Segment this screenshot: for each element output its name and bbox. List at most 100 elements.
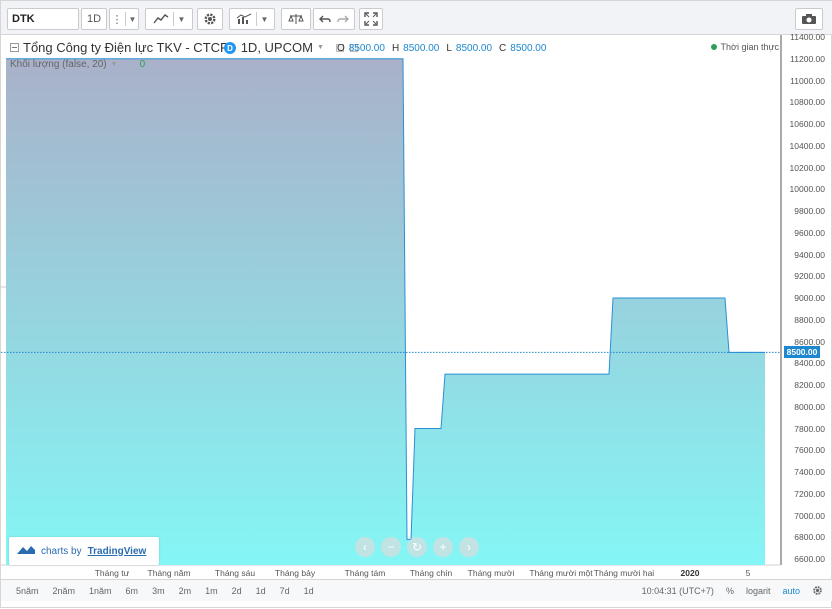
time-tick-label: Tháng năm bbox=[147, 568, 191, 578]
time-tick-label: Tháng mười bbox=[467, 568, 515, 578]
range-button[interactable]: 2d bbox=[225, 586, 249, 596]
volume-value: 0 bbox=[139, 59, 146, 70]
collapse-icon[interactable] bbox=[10, 43, 19, 52]
range-button[interactable]: 2m bbox=[172, 586, 199, 596]
price-tick-label: 6600.00 bbox=[794, 554, 825, 564]
range-button[interactable]: 1d bbox=[249, 586, 273, 596]
price-chart[interactable] bbox=[1, 35, 832, 609]
time-tick-label: Tháng tám bbox=[344, 568, 386, 578]
scroll-left-icon[interactable]: ‹ bbox=[355, 537, 375, 557]
price-tick-label: 7400.00 bbox=[794, 467, 825, 477]
dividend-badge[interactable]: D bbox=[224, 42, 236, 54]
redo-icon[interactable] bbox=[337, 14, 349, 24]
price-tick-label: 7800.00 bbox=[794, 423, 825, 434]
price-tick-label: 8800.00 bbox=[794, 314, 825, 325]
log-toggle[interactable]: logarit bbox=[746, 586, 771, 596]
scroll-right-icon[interactable]: › bbox=[459, 537, 479, 557]
caret-down-icon: ▼ bbox=[128, 14, 137, 24]
undo-redo-group bbox=[313, 8, 355, 30]
price-tick-label: 9800.00 bbox=[794, 206, 825, 216]
ohlc-key: H bbox=[391, 43, 400, 54]
ohlc-key: C bbox=[499, 43, 507, 54]
caret-down-icon[interactable]: ▼ bbox=[111, 61, 118, 68]
chart-navigation: ‹ − ↻ + › bbox=[355, 537, 479, 557]
price-tick-label: 8400.00 bbox=[794, 358, 825, 369]
camera-icon bbox=[801, 13, 817, 25]
tradingview-logo-icon bbox=[17, 545, 35, 558]
caret-down-icon[interactable]: ▼ bbox=[317, 44, 324, 51]
ohlc-value: 8500.00 bbox=[403, 43, 440, 54]
chart-area[interactable]: Tổng Công ty Điện lực TKV - CTCP 1D, UPCO… bbox=[1, 32, 832, 609]
interval-button[interactable]: 1D bbox=[81, 8, 107, 30]
reset-icon[interactable]: ↻ bbox=[407, 537, 427, 557]
ohlc-values: O 8500.00 H 8500.00 L 8500.00 C 8500.00 bbox=[337, 43, 549, 54]
zoom-in-icon[interactable]: + bbox=[433, 537, 453, 557]
bottom-right-controls: 10:04:31 (UTC+7) % logarit auto bbox=[642, 580, 823, 602]
compare-button[interactable] bbox=[281, 8, 311, 30]
price-tick-label: 11400.00 bbox=[790, 32, 825, 42]
price-tick-label: 9400.00 bbox=[794, 249, 825, 260]
snapshot-button[interactable] bbox=[795, 8, 823, 30]
price-tick-label: 10600.00 bbox=[789, 119, 825, 129]
time-tick-label: Tháng bảy bbox=[274, 568, 316, 578]
price-tick-label: 7600.00 bbox=[794, 445, 825, 456]
price-tick-label: 10400.00 bbox=[789, 140, 825, 151]
time-tick-label: Tháng chín bbox=[409, 568, 453, 578]
price-tick-label: 7200.00 bbox=[794, 488, 825, 499]
indicators-button[interactable]: ▼ bbox=[229, 8, 275, 30]
date-range-buttons: 5năm 2năm 1năm 6m 3m 2m 1m 2d 1d 7d 1d bbox=[9, 586, 321, 596]
price-tick-label: 10000.00 bbox=[789, 184, 825, 195]
ohlc-value: 8500.00 bbox=[348, 43, 385, 54]
watermark-prefix: charts by bbox=[41, 545, 82, 557]
time-tick-label: 2020 bbox=[680, 568, 700, 578]
chart-style-button[interactable]: ▼ bbox=[145, 8, 193, 30]
symbol-input[interactable]: DTK bbox=[7, 8, 79, 30]
time-tick-label: Tháng mười một bbox=[529, 568, 593, 578]
range-button[interactable]: 1d bbox=[297, 586, 321, 596]
zoom-out-icon[interactable]: − bbox=[381, 537, 401, 557]
range-button[interactable]: 1m bbox=[198, 586, 225, 596]
tradingview-watermark[interactable]: charts by TradingView bbox=[9, 537, 159, 565]
undo-icon[interactable] bbox=[319, 14, 331, 24]
chart-frame: DTK 1D ⋮ ▼ ▼ ▼ Tổng Công ty Điện lực TKV… bbox=[0, 0, 832, 608]
volume-label: Khối lượng (false, 20) bbox=[10, 59, 107, 70]
price-tick-label: 7000.00 bbox=[794, 510, 825, 521]
price-tick-label: 10800.00 bbox=[789, 97, 825, 108]
percent-toggle[interactable]: % bbox=[726, 586, 734, 596]
fullscreen-button[interactable] bbox=[359, 8, 383, 30]
top-toolbar: DTK 1D ⋮ ▼ ▼ ▼ bbox=[1, 1, 832, 35]
range-button[interactable]: 1năm bbox=[82, 586, 119, 596]
ohlc-key: L bbox=[446, 43, 452, 54]
price-tick-label: 8600.00 bbox=[794, 336, 825, 347]
chart-style-icon bbox=[152, 13, 169, 25]
price-tick-label: 9000.00 bbox=[794, 293, 825, 303]
range-button[interactable]: 3m bbox=[145, 586, 172, 596]
symbol-legend[interactable]: Tổng Công ty Điện lực TKV - CTCP 1D, UPCO… bbox=[10, 40, 358, 55]
clock-time: 10:04:31 (UTC+7) bbox=[641, 586, 714, 596]
indicators-icon bbox=[236, 13, 252, 25]
compare-icon bbox=[288, 13, 304, 25]
symbol-title: Tổng Công ty Điện lực TKV - CTCP 1D, UPCO… bbox=[23, 40, 313, 55]
volume-legend[interactable]: Khối lượng (false, 20) ▼ 0 bbox=[10, 59, 145, 70]
price-tick-label: 9600.00 bbox=[794, 227, 825, 238]
range-button[interactable]: 6m bbox=[119, 586, 146, 596]
caret-down-icon: ▼ bbox=[177, 14, 186, 24]
range-button[interactable]: 5năm bbox=[9, 586, 46, 596]
settings-button[interactable] bbox=[197, 8, 223, 30]
price-tick-label: 8200.00 bbox=[794, 380, 825, 390]
price-tick-label: 8000.00 bbox=[794, 401, 825, 412]
realtime-status: Thời gian thực bbox=[710, 42, 779, 52]
price-tick-label: 11200.00 bbox=[790, 53, 825, 64]
caret-down-icon: ▼ bbox=[260, 14, 269, 24]
price-tick-label: 6800.00 bbox=[794, 532, 825, 543]
settings-icon[interactable] bbox=[812, 585, 823, 598]
watermark-brand-link[interactable]: TradingView bbox=[88, 546, 147, 557]
range-button[interactable]: 7d bbox=[273, 586, 297, 596]
range-button[interactable]: 2năm bbox=[46, 586, 83, 596]
auto-scale-toggle[interactable]: auto bbox=[782, 586, 800, 596]
ohlc-value: 8500.00 bbox=[455, 43, 493, 54]
interval-dropdown[interactable]: ⋮ ▼ bbox=[109, 8, 139, 30]
time-tick-label: 5 bbox=[745, 568, 751, 578]
price-tick-label: 11000.00 bbox=[790, 75, 825, 86]
price-tick-label: 9200.00 bbox=[794, 271, 825, 282]
